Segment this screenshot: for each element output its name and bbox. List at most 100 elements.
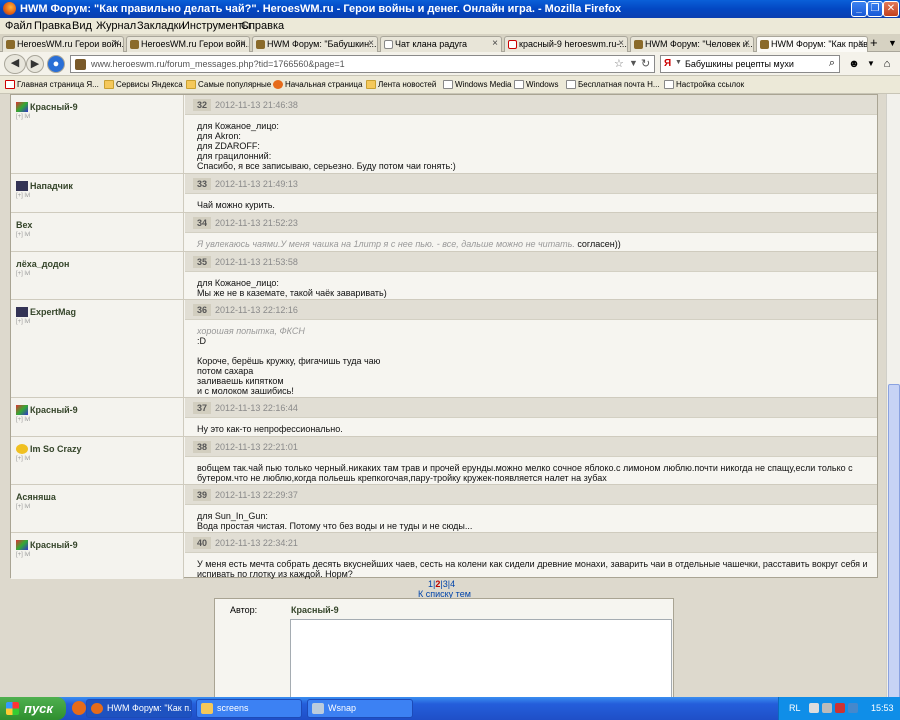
tray-network-icon[interactable]	[809, 703, 819, 713]
tab-close-icon[interactable]: ×	[368, 37, 374, 51]
post-body: вобщем так.чай пью только черный.никаких…	[197, 463, 853, 483]
post-number[interactable]: 40	[193, 537, 211, 549]
post-author-name[interactable]: Красный-9	[30, 540, 78, 550]
taskbar-screens-folder[interactable]: screens	[196, 699, 302, 718]
bookmark-windows-media[interactable]: Windows Media	[443, 80, 511, 89]
post-number[interactable]: 38	[193, 441, 211, 453]
bookmark-yandex-services[interactable]: Сервисы Яндекса	[104, 80, 183, 89]
post-date: 2012-11-13 21:49:13	[215, 179, 298, 189]
scrollbar-thumb[interactable]	[888, 384, 900, 714]
page-3-link[interactable]: 3	[443, 579, 448, 589]
tab-close-icon[interactable]: ×	[618, 37, 624, 51]
tab-close-icon[interactable]: ×	[240, 37, 246, 51]
tab-3[interactable]: HWM Форум: "Бабушкин... ×	[252, 36, 378, 52]
reload-icon[interactable]: ↻	[641, 57, 650, 70]
post-date: 2012-11-13 21:52:23	[215, 218, 298, 228]
post-number[interactable]: 33	[193, 178, 211, 190]
language-indicator[interactable]: RL	[789, 703, 801, 713]
post-number[interactable]: 34	[193, 217, 211, 229]
tray-app-icon[interactable]	[848, 703, 858, 713]
tab-1[interactable]: HeroesWM.ru Герои войн... ×	[2, 36, 124, 52]
bookmark-most-popular[interactable]: Самые популярные	[186, 80, 271, 89]
taskbar-wsnap[interactable]: Wsnap	[307, 699, 413, 718]
taskbar-firefox[interactable]: HWM Форум: "Как п...	[86, 699, 192, 718]
firefox-quicklaunch-icon[interactable]	[72, 701, 86, 715]
post-author-name[interactable]: Красный-9	[30, 405, 78, 415]
post-author-name[interactable]: Im So Crazy	[30, 444, 82, 454]
tab-list-icon[interactable]: ▼	[888, 38, 897, 48]
tray-app-icon[interactable]	[835, 703, 845, 713]
bookmark-free-mail[interactable]: Бесплатная почта Н...	[566, 80, 660, 89]
menu-view[interactable]: Вид	[72, 20, 92, 32]
tray-volume-icon[interactable]	[822, 703, 832, 713]
yandex-search-engine-icon[interactable]: Я	[664, 58, 671, 69]
bookmark-windows[interactable]: Windows	[514, 80, 558, 89]
search-engine-dropdown-icon[interactable]: ▼	[675, 59, 682, 66]
post-author-name[interactable]: Нападчик	[30, 181, 73, 191]
tab-5[interactable]: красный-9 heroeswm.ru-... ×	[504, 36, 628, 52]
site-icon	[6, 40, 15, 49]
menu-file[interactable]: Файл	[5, 20, 32, 32]
tab-2[interactable]: HeroesWM.ru Герои войн... ×	[126, 36, 250, 52]
bookmark-start-page[interactable]: Начальная страница	[273, 80, 362, 89]
post-number[interactable]: 36	[193, 304, 211, 316]
post-body: хорошая попытка, ФКСН :D Короче, берёшь …	[197, 326, 873, 396]
bookmark-news-feed[interactable]: Лента новостей	[366, 80, 436, 89]
menu-bookmarks[interactable]: Закладки	[137, 20, 185, 32]
tab-close-icon[interactable]: ×	[858, 37, 864, 51]
clan-rainbow-icon	[16, 405, 28, 415]
post-number[interactable]: 35	[193, 256, 211, 268]
site-icon	[760, 40, 769, 49]
menu-help[interactable]: Справка	[241, 20, 284, 32]
page-icon	[384, 40, 393, 49]
site-icon	[130, 40, 139, 49]
post-number[interactable]: 39	[193, 489, 211, 501]
forum-post: Im So Crazy [+] lvl 38 2012-11-13 22:21:…	[11, 437, 877, 485]
tab-close-icon[interactable]: ×	[114, 37, 120, 51]
forward-arrow-icon[interactable]: ▶	[26, 55, 44, 73]
page-scrollbar[interactable]	[886, 94, 900, 714]
tab-close-icon[interactable]: ×	[492, 37, 498, 51]
new-tab-icon[interactable]: +	[870, 36, 878, 50]
firefox-icon	[3, 2, 16, 15]
post-author-name[interactable]: Вех	[16, 220, 32, 230]
reply-textarea[interactable]	[290, 619, 672, 697]
page-1-link[interactable]: 1	[428, 579, 433, 589]
close-button[interactable]: ✕	[883, 1, 899, 17]
site-identity-icon[interactable]	[75, 59, 86, 70]
tab-6[interactable]: HWM Форум: "Человек и... ×	[630, 36, 754, 52]
search-icon[interactable]: ⌕	[829, 57, 835, 70]
author-level: [+] lvl	[16, 114, 31, 120]
post-date: 2012-11-13 22:16:44	[215, 403, 298, 413]
post-number[interactable]: 32	[193, 99, 211, 111]
post-number[interactable]: 37	[193, 402, 211, 414]
clan-rainbow-icon	[16, 102, 28, 112]
tab-4[interactable]: Чат клана радуга ×	[380, 36, 502, 52]
page-4-link[interactable]: 4	[450, 579, 455, 589]
post-header: 35 2012-11-13 21:53:58	[185, 252, 877, 272]
back-arrow-icon[interactable]: ◀	[4, 54, 26, 74]
url-input[interactable]	[91, 57, 611, 71]
addon-icon[interactable]: ☻	[845, 56, 863, 72]
tab-close-icon[interactable]: ×	[744, 37, 750, 51]
start-button[interactable]: пуск	[0, 697, 66, 720]
search-input[interactable]	[685, 57, 820, 71]
minimize-button[interactable]: _	[851, 1, 867, 17]
menu-history[interactable]: Журнал	[96, 20, 136, 32]
home-icon[interactable]: ⌂	[878, 56, 896, 72]
post-author-name[interactable]: Красный-9	[30, 102, 78, 112]
post-author-name[interactable]: лёха_додон	[16, 259, 69, 269]
post-author-name[interactable]: ExpertMag	[30, 307, 76, 317]
bookmark-star-icon[interactable]: ☆	[614, 57, 624, 70]
menu-edit[interactable]: Правка	[34, 20, 71, 32]
tab-7-active[interactable]: HWM Форум: "Как прави...×	[756, 36, 868, 53]
post-author-cell: Вех [+] lvl	[11, 213, 184, 251]
forum-post: Красный-9 [+] lvl 37 2012-11-13 22:16:44…	[11, 398, 877, 437]
url-dropdown-icon[interactable]: ▼	[629, 58, 638, 68]
home-globe-icon[interactable]: ●	[47, 55, 65, 73]
bookmark-link-settings[interactable]: Настройка ссылок	[664, 80, 744, 89]
post-body: Ну это как-то непрофессионально.	[197, 424, 343, 434]
bookmark-yandex-home[interactable]: Главная страница Я...	[5, 80, 99, 89]
post-author-name[interactable]: Асяняша	[16, 492, 56, 502]
restore-button[interactable]: ❐	[867, 1, 883, 17]
